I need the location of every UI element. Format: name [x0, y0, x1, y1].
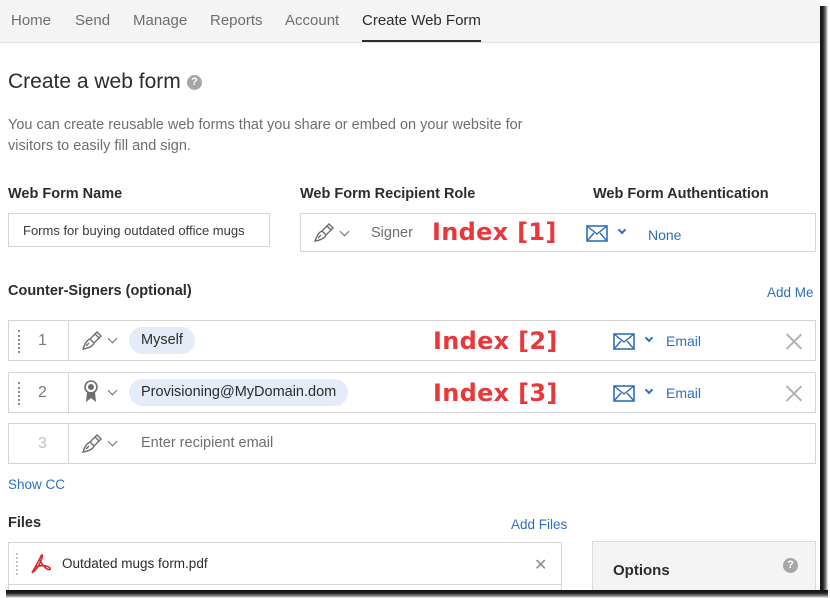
auth-dropdown-chevron-icon[interactable] [644, 385, 654, 395]
auth-dropdown-chevron-icon[interactable] [617, 225, 627, 235]
page-title: Create a web form [8, 70, 181, 93]
file-item: Outdated mugs form.pdf ✕ [8, 542, 562, 584]
index-annotation: Index [1] [432, 218, 557, 246]
options-help-icon[interactable]: ? [783, 558, 798, 573]
nav-home[interactable]: Home [11, 12, 51, 29]
recipient-role-row: Signer Index [1] None [300, 213, 816, 252]
pen-signer-icon[interactable] [81, 331, 103, 356]
help-icon[interactable]: ? [187, 75, 202, 90]
index-annotation: Index [2] [433, 327, 558, 355]
remove-recipient-icon[interactable] [785, 332, 803, 350]
recipient-email-input[interactable]: Enter recipient email [141, 435, 273, 451]
files-label: Files [8, 515, 42, 531]
add-me-link[interactable]: Add Me [767, 285, 814, 300]
role-dropdown-chevron-icon[interactable] [107, 436, 118, 447]
envelope-icon[interactable] [613, 385, 635, 407]
options-title: Options [613, 562, 670, 579]
role-dropdown-chevron-icon[interactable] [107, 385, 118, 396]
row-number: 1 [9, 321, 69, 360]
authentication-label: Web Form Authentication [593, 186, 769, 202]
index-annotation: Index [3] [433, 379, 558, 407]
authentication-value[interactable]: None [648, 227, 681, 243]
page-description: You can create reusable web forms that y… [8, 117, 523, 154]
award-approver-icon[interactable] [83, 380, 99, 409]
recipient-pill[interactable]: Provisioning@MyDomain.dom [129, 379, 349, 406]
recipient-role-label: Web Form Recipient Role [300, 186, 476, 202]
show-cc-link[interactable]: Show CC [8, 477, 65, 492]
pen-signer-icon[interactable] [81, 434, 103, 459]
top-nav: Home Send Manage Reports Account Create … [0, 0, 820, 43]
counter-signers-label: Counter-Signers (optional) [8, 283, 192, 299]
row-number: 2 [9, 373, 69, 412]
recipient-pill[interactable]: Myself [129, 327, 195, 354]
pdf-icon [29, 553, 53, 580]
role-dropdown-chevron-icon[interactable] [107, 333, 118, 344]
row-number: 3 [9, 424, 69, 463]
nav-create-web-form[interactable]: Create Web Form [362, 12, 481, 42]
remove-recipient-icon[interactable] [785, 384, 803, 402]
web-form-name-input[interactable]: Forms for buying outdated office mugs [8, 213, 270, 247]
envelope-icon[interactable] [613, 333, 635, 355]
authentication-value[interactable]: Email [666, 333, 701, 349]
auth-dropdown-chevron-icon[interactable] [644, 333, 654, 343]
authentication-value[interactable]: Email [666, 385, 701, 401]
web-form-page: Home Send Manage Reports Account Create … [0, 0, 820, 590]
nav-reports[interactable]: Reports [210, 12, 263, 29]
counter-signer-row: 1 Myself Index [2] Email [8, 320, 816, 361]
nav-manage[interactable]: Manage [133, 12, 187, 29]
role-dropdown-chevron-icon[interactable] [339, 226, 350, 237]
counter-signer-row: 2 Provisioning@MyDomain.dom Index [3] Em… [8, 372, 816, 413]
frame-shadow-right [820, 6, 828, 596]
envelope-icon[interactable] [586, 225, 608, 247]
web-form-name-label: Web Form Name [8, 186, 123, 202]
add-files-link[interactable]: Add Files [511, 517, 567, 532]
drag-handle-icon[interactable] [16, 553, 18, 575]
nav-account[interactable]: Account [285, 12, 339, 29]
pen-signer-icon[interactable] [313, 223, 335, 248]
recipient-role-value[interactable]: Signer [371, 225, 413, 241]
counter-signer-row: 3 Enter recipient email [8, 423, 816, 464]
file-name: Outdated mugs form.pdf [62, 556, 208, 571]
options-panel: Options ? [592, 541, 816, 590]
remove-file-icon[interactable]: ✕ [534, 555, 547, 575]
frame-shadow-bottom [6, 590, 828, 598]
nav-send[interactable]: Send [75, 12, 110, 29]
